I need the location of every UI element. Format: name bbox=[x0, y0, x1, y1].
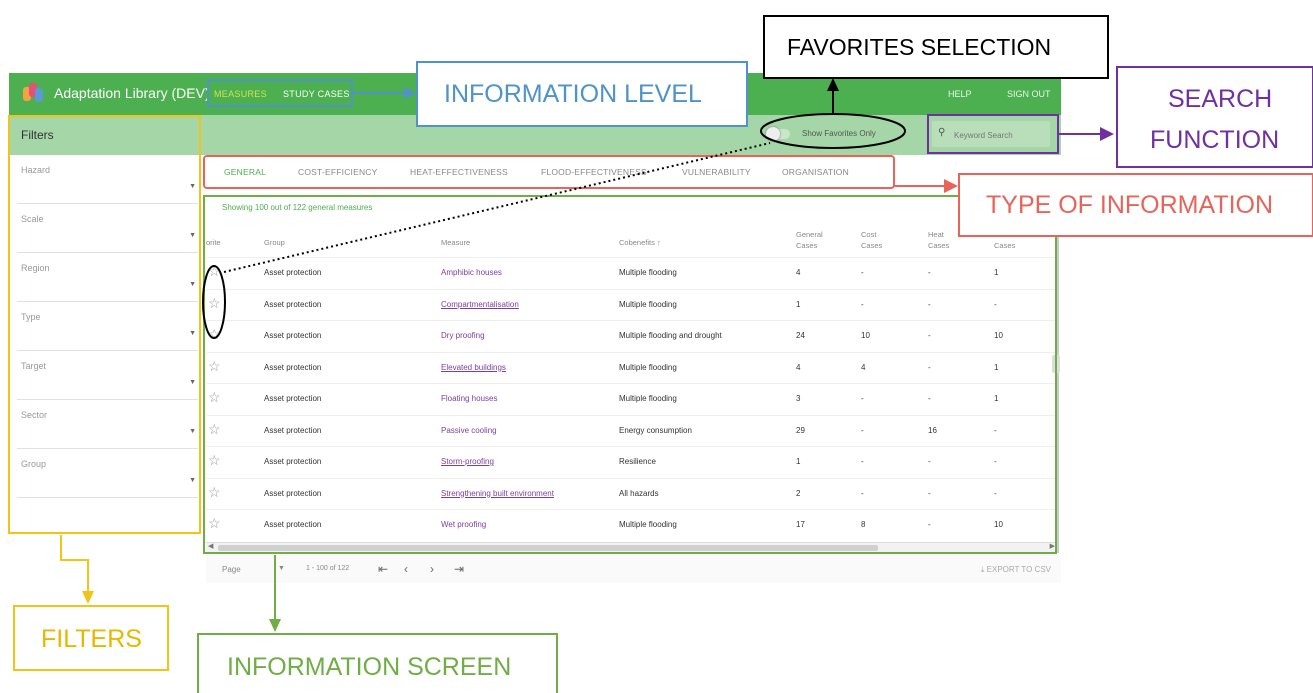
screen-arrowhead bbox=[269, 619, 281, 632]
callout-text: SEARCH bbox=[1168, 85, 1273, 113]
callout-text: TYPE OF INFORMATION bbox=[986, 191, 1274, 219]
filters-highlight bbox=[8, 115, 201, 534]
filters-arrowhead bbox=[82, 591, 94, 604]
callout-text: FAVORITES SELECTION bbox=[787, 34, 1052, 60]
content-highlight bbox=[203, 195, 1057, 554]
callout-text: INFORMATION LEVEL bbox=[444, 80, 702, 108]
favorites-ellipse bbox=[760, 113, 906, 149]
tabs-highlight bbox=[203, 155, 895, 189]
search-highlight bbox=[927, 114, 1059, 154]
callout-text: FUNCTION bbox=[1150, 126, 1280, 154]
callout-favorites-selection: FAVORITES SELECTION bbox=[763, 15, 1109, 79]
callout-information-screen: INFORMATION SCREEN bbox=[197, 633, 558, 693]
dotted-connector bbox=[223, 142, 771, 273]
callout-text: FILTERS bbox=[41, 625, 142, 653]
star-column-ellipse bbox=[202, 265, 226, 339]
favorites-arrowhead bbox=[827, 78, 839, 91]
callout-information-level: INFORMATION LEVEL bbox=[416, 61, 748, 127]
filters-arrow bbox=[60, 535, 89, 592]
info-level-arrowhead bbox=[404, 87, 416, 99]
callout-filters: FILTERS bbox=[13, 605, 169, 671]
type-arrowhead bbox=[944, 179, 958, 193]
callout-type-of-information: TYPE OF INFORMATION bbox=[958, 173, 1313, 237]
callout-text: INFORMATION SCREEN bbox=[227, 653, 512, 681]
info-level-highlight bbox=[207, 79, 353, 107]
callout-search-function: SEARCH FUNCTION bbox=[1116, 66, 1313, 168]
search-arrowhead bbox=[1100, 127, 1114, 141]
